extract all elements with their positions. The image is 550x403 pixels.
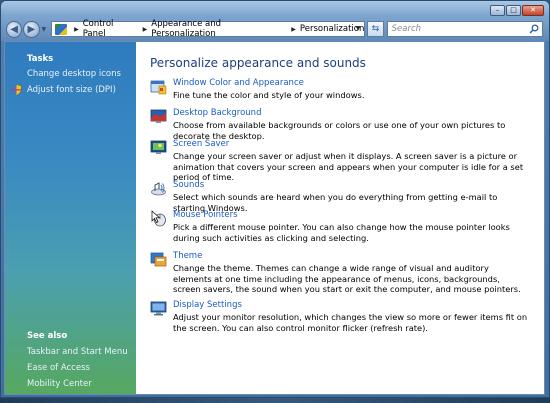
breadcrumb-personalization[interactable]: Personalization — [300, 24, 364, 34]
search-placeholder: Search — [391, 24, 422, 34]
display-settings-icon — [150, 301, 167, 316]
taskbar-start-menu-link[interactable]: Taskbar and Start Menu — [27, 347, 128, 357]
display-settings-link[interactable]: Display Settings — [173, 300, 242, 310]
refresh-button[interactable]: ⇆ — [367, 21, 384, 37]
breadcrumb-chevron-icon[interactable]: ▶ — [74, 26, 79, 33]
close-button[interactable]: ✕ — [522, 5, 544, 16]
adjust-font-size-link[interactable]: Adjust font size (DPI) — [27, 85, 116, 95]
item-description: Change the theme. Themes can change a wi… — [173, 263, 521, 295]
change-desktop-icons-link[interactable]: Change desktop icons — [27, 69, 121, 79]
back-arrow-icon: ◀ — [10, 23, 18, 35]
maximize-button[interactable]: □ — [506, 5, 521, 16]
mouse-pointer-icon — [151, 210, 166, 227]
sounds-link[interactable]: Sounds — [173, 180, 204, 190]
search-icon[interactable] — [529, 24, 539, 34]
search-input[interactable]: Search — [386, 21, 543, 37]
window-controls: – □ ✕ — [490, 5, 544, 16]
address-bar[interactable]: ▶ Control Panel ▶ Appearance and Persona… — [51, 19, 366, 39]
content-area: Tasks Change desktop icons Adjust font s… — [4, 41, 545, 395]
screen-saver-icon — [150, 140, 167, 154]
item-description: Adjust your monitor resolution, which ch… — [173, 312, 528, 333]
mouse-pointers-link[interactable]: Mouse Pointers — [173, 210, 238, 220]
item-description: Fine tune the color and style of your wi… — [173, 90, 365, 100]
navigation-bar: ◀ ▶ ▼ ▶ Control Panel ▶ Appearance and P… — [6, 19, 543, 39]
title-bar[interactable]: – □ ✕ ◀ ▶ ▼ ▶ Control Panel ▶ Appearance… — [1, 1, 549, 41]
ease-of-access-link[interactable]: Ease of Access — [27, 363, 90, 373]
address-dropdown-icon[interactable]: ▼ — [356, 25, 361, 32]
breadcrumb-appearance[interactable]: Appearance and Personalization — [151, 19, 287, 39]
desktop-background-link[interactable]: Desktop Background — [173, 108, 261, 118]
item-description: Pick a different mouse pointer. You can … — [173, 222, 510, 243]
breadcrumb-chevron-icon[interactable]: ▶ — [143, 26, 148, 33]
screen-saver-link[interactable]: Screen Saver — [173, 139, 229, 149]
page-title: Personalize appearance and sounds — [150, 56, 366, 70]
back-button[interactable]: ◀ — [6, 20, 23, 38]
shield-icon — [11, 84, 22, 96]
minimize-button[interactable]: – — [490, 5, 505, 16]
theme-icon — [150, 252, 167, 267]
see-also-heading: See also — [27, 331, 68, 341]
forward-button[interactable]: ▶ — [23, 20, 40, 38]
theme-link[interactable]: Theme — [173, 251, 202, 261]
forward-arrow-icon: ▶ — [27, 23, 36, 35]
item-description: Change your screen saver or adjust when … — [173, 151, 524, 183]
tasks-heading: Tasks — [27, 54, 54, 64]
window-color-icon — [150, 80, 167, 95]
mobility-center-link[interactable]: Mobility Center — [27, 379, 92, 389]
window-color-link[interactable]: Window Color and Appearance — [173, 78, 304, 88]
breadcrumb-chevron-icon[interactable]: ▶ — [291, 26, 296, 33]
recent-pages-dropdown-icon[interactable]: ▼ — [42, 26, 50, 33]
desktop-background-strip — [0, 398, 550, 403]
desktop-background-icon — [150, 109, 167, 123]
task-pane: Tasks Change desktop icons Adjust font s… — [5, 42, 136, 394]
sounds-icon — [151, 182, 166, 196]
breadcrumb-control-panel[interactable]: Control Panel — [83, 19, 139, 39]
refresh-icon: ⇆ — [371, 24, 380, 34]
personalization-window: – □ ✕ ◀ ▶ ▼ ▶ Control Panel ▶ Appearance… — [0, 0, 550, 398]
item-description: Choose from available backgrounds or col… — [173, 120, 506, 141]
control-panel-icon — [55, 23, 68, 35]
